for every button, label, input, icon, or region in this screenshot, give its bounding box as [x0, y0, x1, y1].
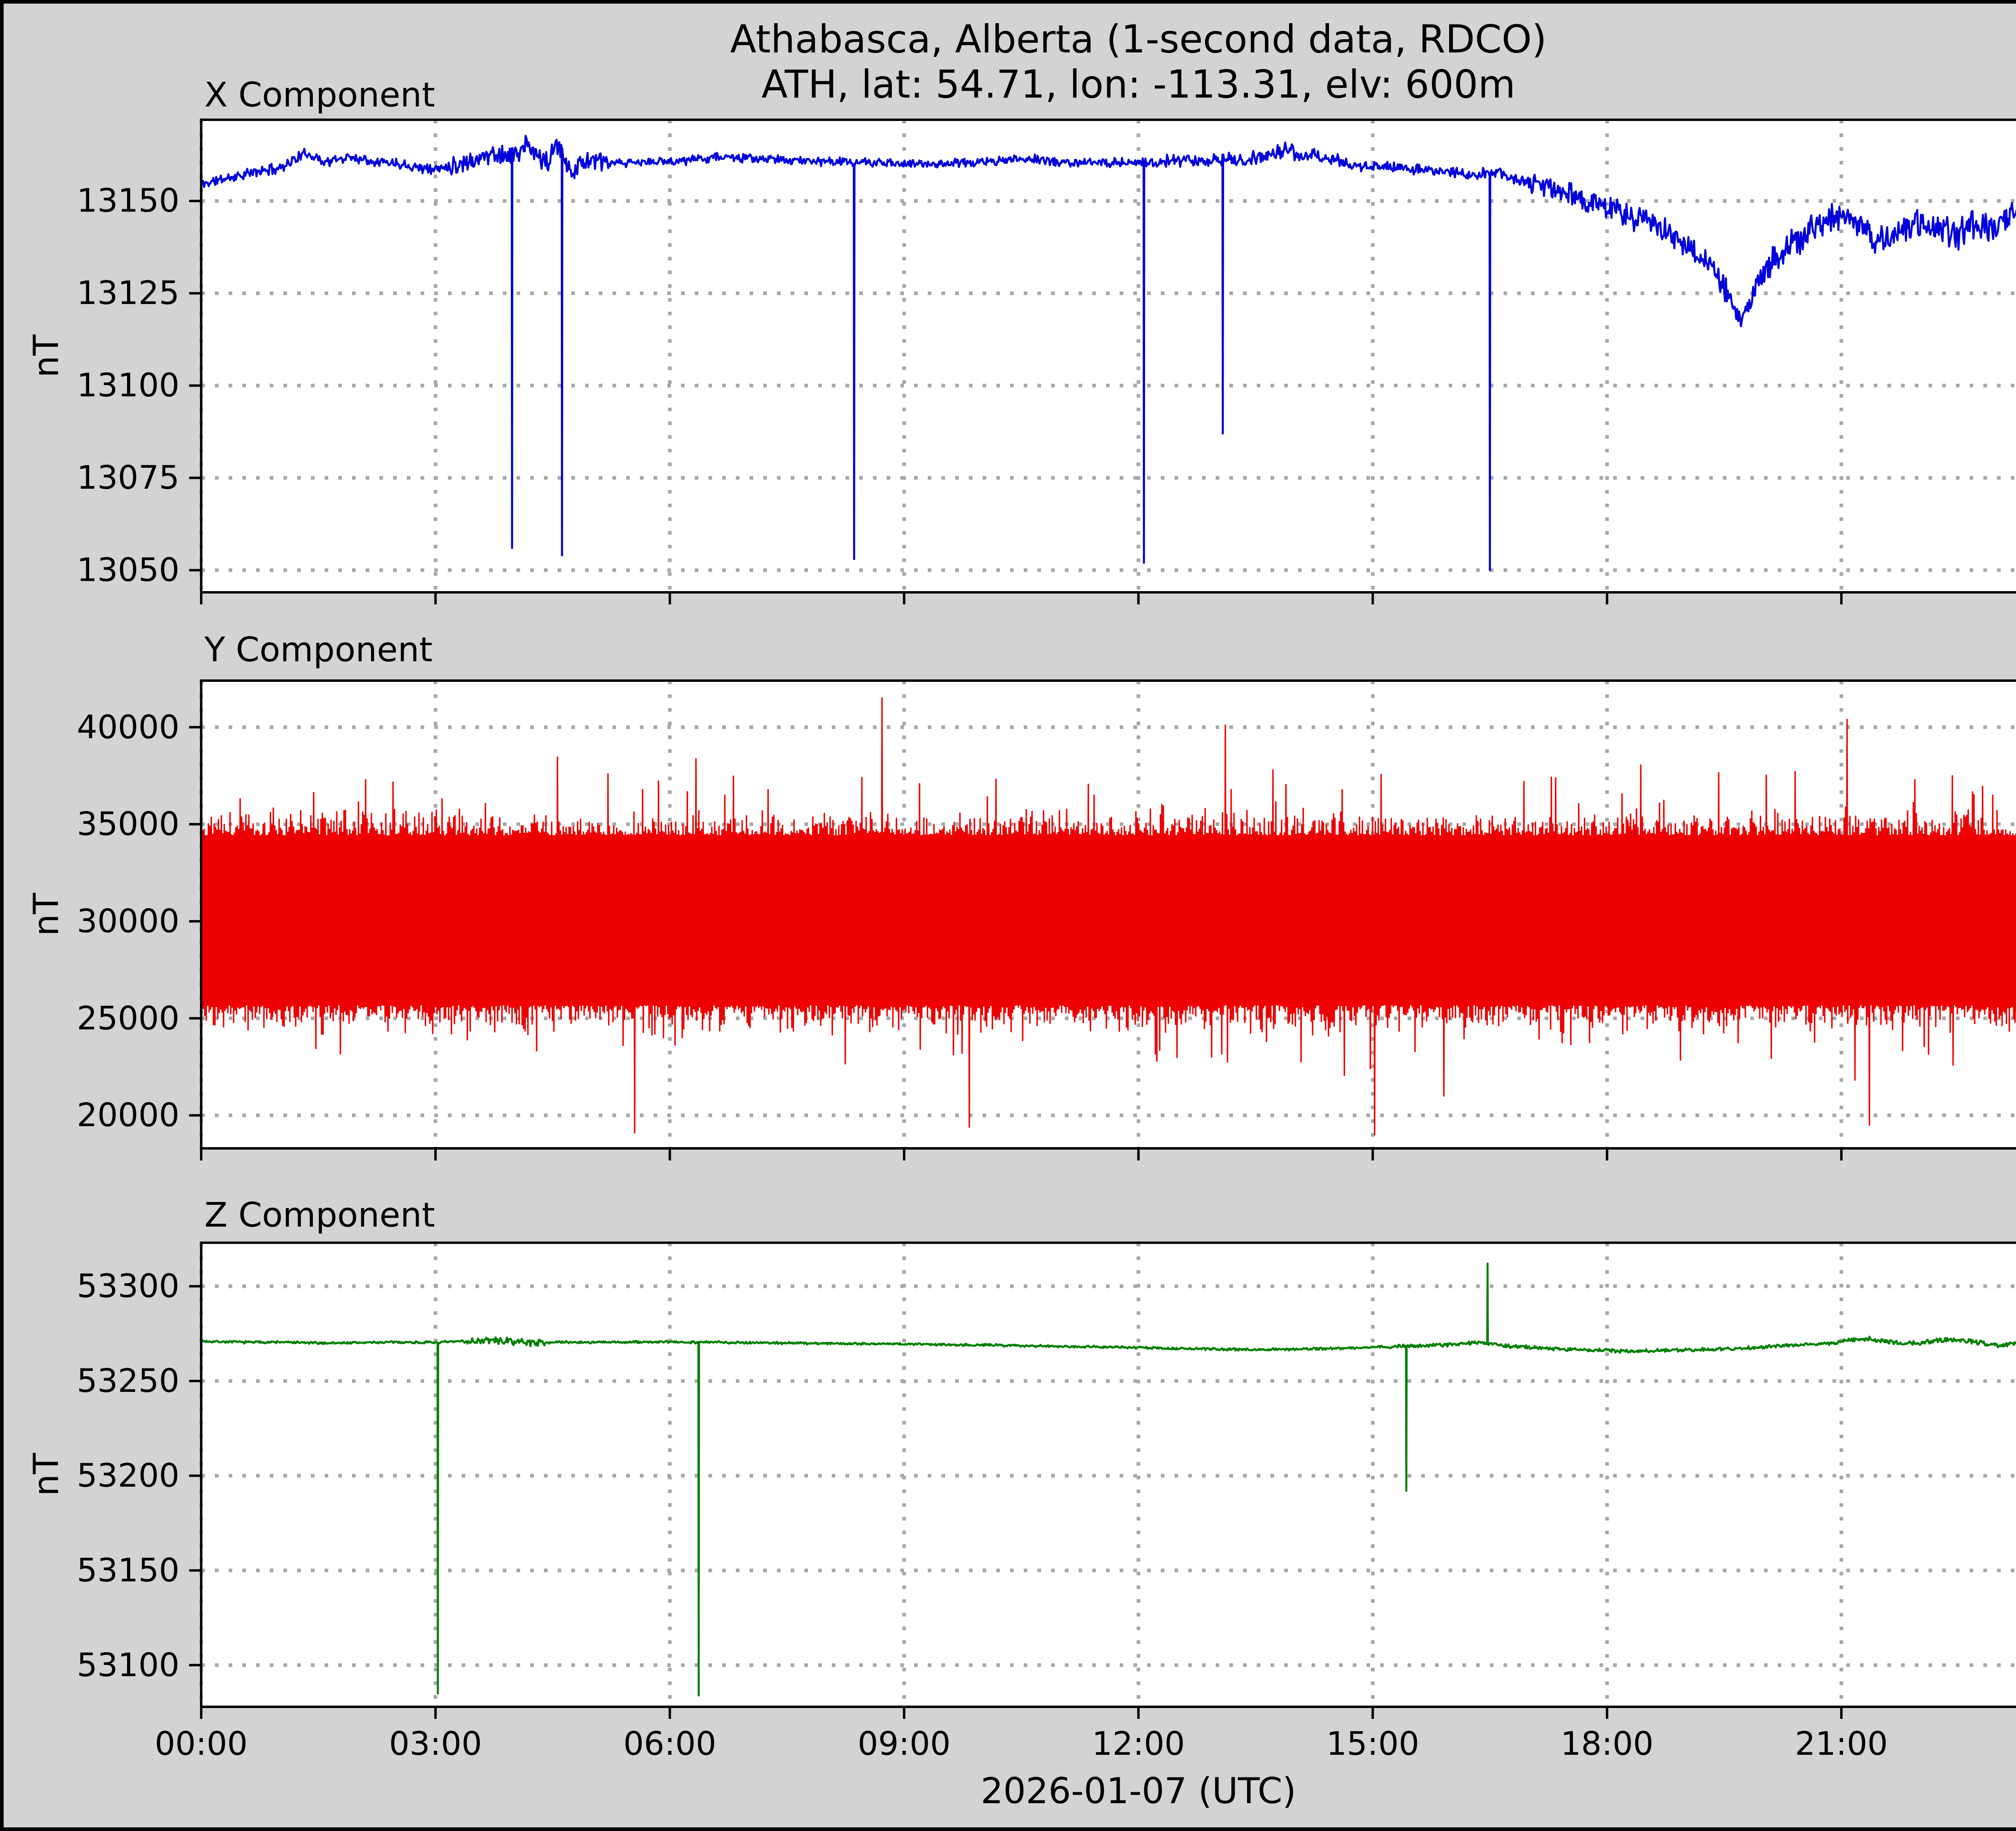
z-y-tick-label: 53200 — [77, 1456, 180, 1494]
x-tick-label: 06:00 — [623, 1725, 716, 1762]
y-component-plot-area — [189, 679, 2016, 1160]
x-tick-label: 00:00 — [154, 1725, 248, 1762]
y-y-tick-label: 30000 — [77, 902, 180, 940]
y-axis-label-z-plot: nT — [26, 1453, 67, 1496]
z-y-tick-label: 53150 — [77, 1551, 180, 1589]
plot-background — [201, 120, 2016, 592]
y-axis-label-x-plot: nT — [26, 334, 67, 378]
z-component-plot-area — [189, 1241, 2016, 1719]
x-tick-label: 09:00 — [858, 1725, 951, 1762]
subplot-title-x-component: X Component — [204, 75, 435, 115]
x-tick-label: 15:00 — [1326, 1725, 1419, 1762]
x-tick-label: 03:00 — [389, 1725, 482, 1762]
x-y-tick-label: 13150 — [77, 182, 180, 220]
x-y-tick-label: 13100 — [77, 367, 180, 404]
figure-title: Athabasca, Alberta (1-second data, RDCO) — [730, 17, 1547, 62]
subplot-title-y-component: Y Component — [204, 630, 433, 669]
z-y-tick-label: 53300 — [77, 1267, 180, 1305]
z-y-tick-label: 53250 — [77, 1362, 180, 1400]
x-component-plot-area — [189, 119, 2016, 604]
y-y-tick-label: 40000 — [77, 708, 180, 746]
subplot-title-z-component: Z Component — [204, 1195, 435, 1235]
x-tick-label: 21:00 — [1795, 1725, 1888, 1762]
x-tick-label: 12:00 — [1092, 1725, 1185, 1762]
y-y-tick-label: 20000 — [77, 1096, 180, 1134]
y-axis-label-y-plot: nT — [26, 893, 67, 936]
x-axis-label: 2026-01-07 (UTC) — [981, 1770, 1296, 1812]
y-y-tick-label: 25000 — [77, 999, 180, 1037]
x-y-tick-label: 13050 — [77, 551, 180, 589]
x-y-tick-label: 13125 — [77, 274, 180, 312]
z-y-tick-label: 53100 — [77, 1646, 180, 1684]
y-y-tick-label: 35000 — [77, 805, 180, 843]
figure-subtitle: ATH, lat: 54.71, lon: -113.31, elv: 600m — [761, 62, 1516, 107]
magnetogram-figure: Athabasca, Alberta (1-second data, RDCO)… — [0, 0, 2016, 1831]
x-y-tick-label: 13075 — [77, 459, 180, 497]
x-tick-label: 18:00 — [1560, 1725, 1654, 1762]
